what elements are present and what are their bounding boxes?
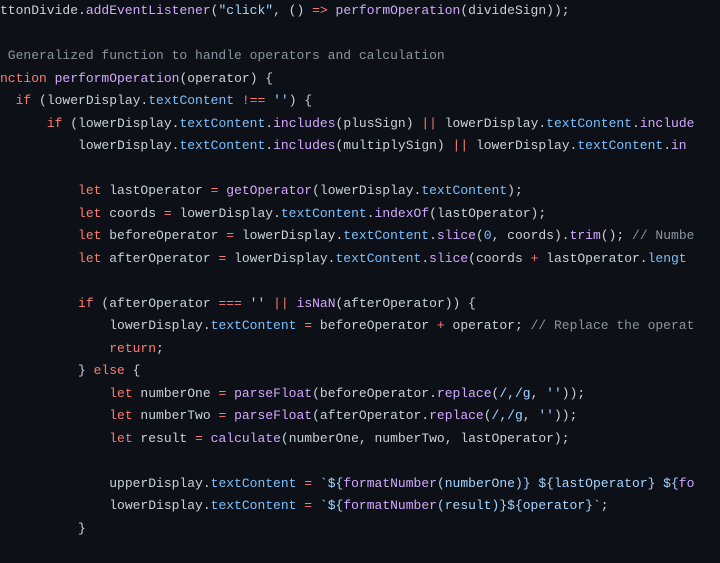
code-editor-view[interactable]: ttonDivide.addEventListener("click", () … <box>0 0 694 540</box>
code-line[interactable]: let numberTwo = parseFloat(afterOperator… <box>0 405 694 428</box>
code-line[interactable]: } <box>0 518 694 541</box>
code-line[interactable]: let coords = lowerDisplay.textContent.in… <box>0 203 694 226</box>
code-line[interactable]: upperDisplay.textContent = `${formatNumb… <box>0 473 694 496</box>
code-line[interactable] <box>0 270 694 293</box>
code-line[interactable]: ttonDivide.addEventListener("click", () … <box>0 0 694 23</box>
code-line[interactable] <box>0 158 694 181</box>
code-line[interactable]: return; <box>0 338 694 361</box>
code-line[interactable]: if (afterOperator === '' || isNaN(afterO… <box>0 293 694 316</box>
code-line[interactable]: let numberOne = parseFloat(beforeOperato… <box>0 383 694 406</box>
code-line[interactable]: let lastOperator = getOperator(lowerDisp… <box>0 180 694 203</box>
code-line[interactable] <box>0 23 694 46</box>
code-line[interactable]: let afterOperator = lowerDisplay.textCon… <box>0 248 694 271</box>
code-line[interactable]: lowerDisplay.textContent = beforeOperato… <box>0 315 694 338</box>
code-line[interactable]: nction performOperation(operator) { <box>0 68 694 91</box>
code-line[interactable]: lowerDisplay.textContent.includes(multip… <box>0 135 694 158</box>
code-line[interactable]: if (lowerDisplay.textContent !== '') { <box>0 90 694 113</box>
code-line[interactable]: if (lowerDisplay.textContent.includes(pl… <box>0 113 694 136</box>
code-line[interactable]: lowerDisplay.textContent = `${formatNumb… <box>0 495 694 518</box>
code-line[interactable] <box>0 450 694 473</box>
code-line[interactable]: } else { <box>0 360 694 383</box>
code-line[interactable]: Generalized function to handle operators… <box>0 45 694 68</box>
code-line[interactable]: let beforeOperator = lowerDisplay.textCo… <box>0 225 694 248</box>
code-line[interactable]: let result = calculate(numberOne, number… <box>0 428 694 451</box>
